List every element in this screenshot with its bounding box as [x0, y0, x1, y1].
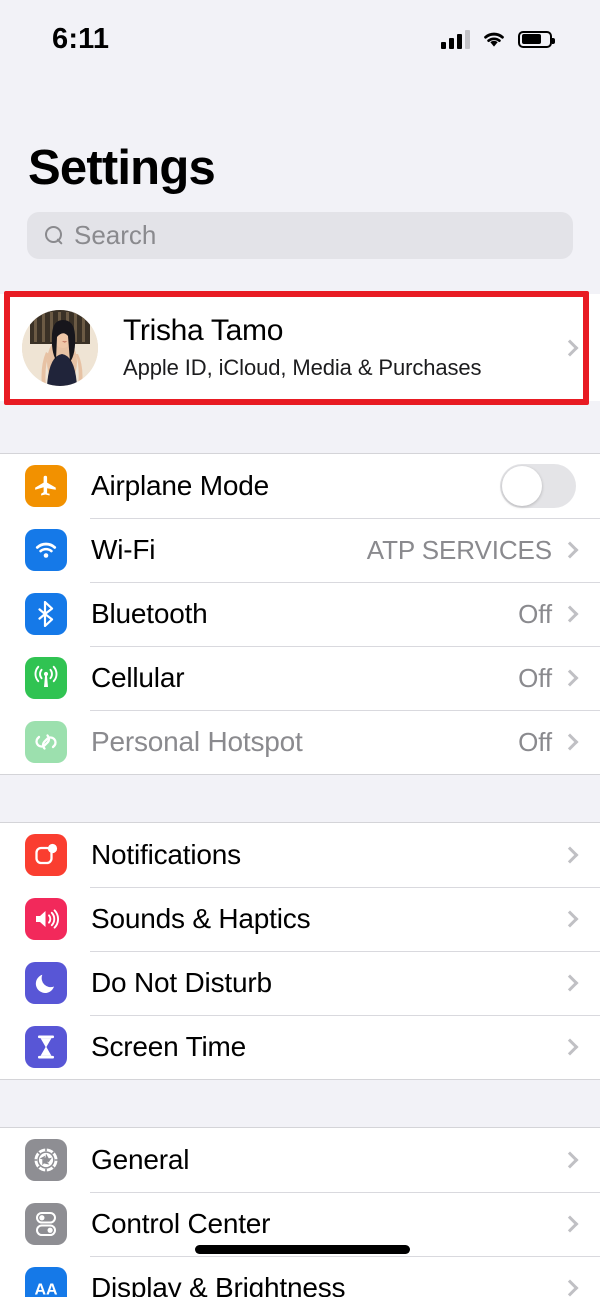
- moon-icon: [25, 962, 67, 1004]
- sliders-toggles-icon: [25, 1203, 67, 1245]
- settings-row-sounds-haptics[interactable]: Sounds & Haptics: [0, 887, 600, 951]
- settings-row-label: Notifications: [91, 839, 241, 870]
- settings-row-personal-hotspot[interactable]: Personal Hotspot Off: [0, 710, 600, 774]
- settings-screen: 6:11 Settings Search Trisha Tamo Apple I…: [0, 0, 600, 1297]
- status-bar-time: 6:11: [52, 22, 110, 55]
- chevron-right-icon: [561, 605, 579, 623]
- battery-icon: [518, 30, 555, 48]
- chevron-right-icon: [561, 669, 579, 687]
- settings-row-label: Cellular: [91, 662, 185, 693]
- bluetooth-value: Off: [518, 598, 552, 629]
- settings-row-do-not-disturb[interactable]: Do Not Disturb: [0, 951, 600, 1015]
- chevron-right-icon: [561, 1038, 579, 1056]
- chevron-right-icon: [561, 733, 579, 751]
- settings-row-label: Bluetooth: [91, 598, 208, 629]
- chevron-right-icon: [561, 974, 579, 992]
- page-title: Settings: [28, 141, 216, 195]
- gear-icon: [25, 1139, 67, 1181]
- hotspot-value: Off: [518, 726, 552, 757]
- settings-row-notifications[interactable]: Notifications: [0, 823, 600, 887]
- settings-row-wifi[interactable]: Wi-Fi ATP SERVICES: [0, 518, 600, 582]
- settings-row-label: General: [91, 1144, 190, 1175]
- bluetooth-icon: [25, 593, 67, 635]
- settings-group-alerts: Notifications Sounds & Haptics Do Not Di…: [0, 822, 600, 1080]
- text-size-aa-icon: AA: [25, 1267, 67, 1297]
- settings-row-airplane-mode[interactable]: Airplane Mode: [0, 454, 600, 518]
- search-icon: [44, 225, 65, 246]
- settings-row-display-brightness[interactable]: AA Display & Brightness: [0, 1256, 600, 1297]
- settings-row-bluetooth[interactable]: Bluetooth Off: [0, 582, 600, 646]
- speaker-icon: [25, 898, 67, 940]
- cellular-value: Off: [518, 662, 552, 693]
- airplane-icon: [25, 465, 67, 507]
- status-bar-indicators: [441, 29, 555, 49]
- settings-row-label: Do Not Disturb: [91, 967, 272, 998]
- settings-group-connectivity: Airplane Mode Wi-Fi ATP SERVICES Bluetoo…: [0, 453, 600, 775]
- home-indicator: [195, 1245, 410, 1254]
- settings-row-label: Sounds & Haptics: [91, 903, 311, 934]
- wifi-value: ATP SERVICES: [366, 534, 552, 565]
- search-placeholder: Search: [74, 220, 157, 250]
- chevron-right-icon: [561, 1215, 579, 1233]
- apple-id-text: Trisha Tamo Apple ID, iCloud, Media & Pu…: [123, 314, 482, 381]
- cellular-signal-icon: [441, 29, 470, 49]
- apple-id-row[interactable]: Trisha Tamo Apple ID, iCloud, Media & Pu…: [0, 294, 600, 401]
- settings-row-label: Wi-Fi: [91, 534, 156, 565]
- chevron-right-icon: [561, 1151, 579, 1169]
- settings-group-system: General Control Center AA Display & Brig…: [0, 1127, 600, 1297]
- cellular-antenna-icon: [25, 657, 67, 699]
- account-subtitle: Apple ID, iCloud, Media & Purchases: [123, 354, 482, 380]
- hotspot-link-icon: [25, 721, 67, 763]
- settings-row-cellular[interactable]: Cellular Off: [0, 646, 600, 710]
- settings-row-label: Control Center: [91, 1208, 271, 1239]
- search-input[interactable]: Search: [27, 212, 573, 259]
- chevron-right-icon: [561, 846, 579, 864]
- settings-row-general[interactable]: General: [0, 1128, 600, 1192]
- notifications-badge-icon: [25, 834, 67, 876]
- chevron-right-icon: [561, 541, 579, 559]
- avatar: [22, 309, 98, 386]
- settings-row-label: Display & Brightness: [91, 1272, 346, 1297]
- hourglass-icon: [25, 1026, 67, 1068]
- airplane-mode-toggle[interactable]: [500, 464, 576, 508]
- status-bar: 6:11: [0, 0, 600, 78]
- settings-row-label: Airplane Mode: [91, 470, 269, 501]
- wifi-icon: [25, 529, 67, 571]
- chevron-right-icon: [561, 910, 579, 928]
- settings-row-label: Personal Hotspot: [91, 726, 303, 757]
- svg-text:AA: AA: [34, 1282, 58, 1297]
- account-name: Trisha Tamo: [123, 314, 284, 348]
- settings-row-label: Screen Time: [91, 1031, 246, 1062]
- wifi-icon: [484, 32, 504, 47]
- chevron-right-icon: [561, 1279, 579, 1297]
- settings-row-screen-time[interactable]: Screen Time: [0, 1015, 600, 1079]
- chevron-right-icon: [561, 339, 579, 356]
